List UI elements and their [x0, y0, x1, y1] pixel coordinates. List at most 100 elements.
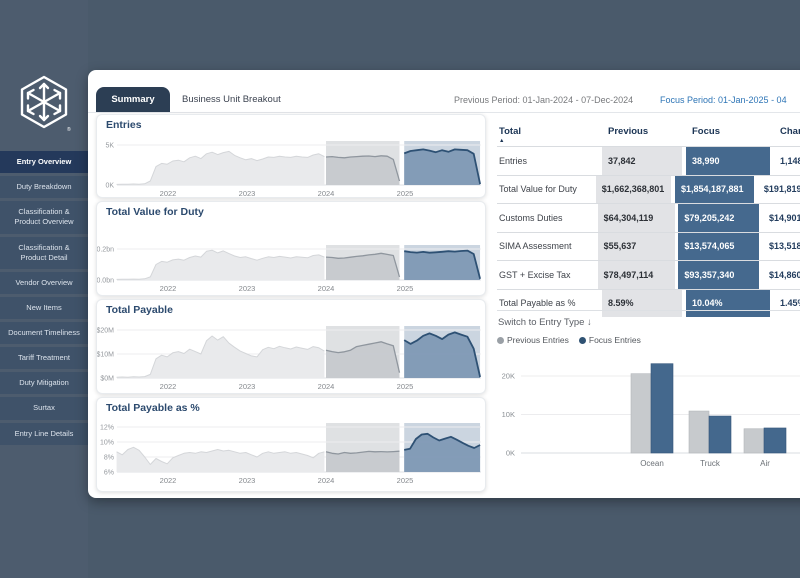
svg-text:0K: 0K — [506, 449, 515, 458]
svg-text:10%: 10% — [100, 440, 114, 447]
svg-text:2024: 2024 — [318, 476, 335, 485]
table-row-total-value-for-duty[interactable]: Total Value for Duty$1,662,368,801$1,854… — [497, 175, 800, 204]
entry-type-bar-chart[interactable]: 0K10K20KOceanTruckAirRail — [497, 346, 800, 478]
legend-label: Focus Entries — [589, 335, 641, 345]
focus-value: 10.04% — [686, 290, 770, 318]
entries-area-chart[interactable]: 0K5K2022202320242025 — [97, 115, 485, 197]
col-header-total: Total — [497, 116, 602, 146]
tab-summary[interactable]: Summary — [96, 87, 170, 112]
row-label: Total Value for Duty — [497, 176, 596, 204]
svg-text:2022: 2022 — [160, 382, 177, 391]
row-label: Total Payable as % — [497, 290, 602, 318]
sidebar-item-new-items[interactable]: New Items — [0, 297, 88, 319]
bar-chart-legend: Previous Entries Focus Entries — [497, 335, 641, 345]
report-panel: Summary Business Unit Breakout Previous … — [88, 70, 800, 498]
svg-text:2022: 2022 — [160, 189, 177, 197]
legend-dot-icon — [579, 337, 586, 344]
row-label: GST + Excise Tax — [497, 261, 598, 289]
legend-label: Previous Entries — [507, 335, 569, 345]
previous-value: 8.59% — [602, 290, 682, 318]
previous-value: $64,304,119 — [598, 204, 675, 232]
previous-value: $1,662,368,801 — [596, 176, 671, 204]
row-label: SIMA Assessment — [497, 233, 598, 261]
svg-text:20K: 20K — [502, 372, 515, 381]
svg-text:2025: 2025 — [397, 189, 414, 197]
change-value: $13,518,428 — [763, 233, 800, 261]
sidebar-item-vendor-overview[interactable]: Vendor Overview — [0, 272, 88, 294]
sort-ascending-icon[interactable]: ▲ — [499, 138, 504, 144]
svg-text:2023: 2023 — [239, 284, 256, 293]
change-value: $14,860,226 — [763, 261, 800, 289]
row-label: Customs Duties — [497, 204, 598, 232]
sidebar: ® Entry OverviewDuty BreakdownClassifica… — [0, 0, 88, 578]
change-value: 1,148 — [774, 147, 800, 175]
sidebar-item-tariff-treatment[interactable]: Tariff Treatment — [0, 347, 88, 369]
sidebar-item-document-timeliness[interactable]: Document Timeliness — [0, 322, 88, 344]
total-payable-chart-card: Total Payable $0M$10M$20M202220232024202… — [96, 299, 486, 394]
previous-value: $55,637 — [598, 233, 675, 261]
col-header-previous: Previous — [602, 116, 682, 146]
col-header-change: Change — [774, 116, 800, 146]
tab-business-unit-breakout[interactable]: Business Unit Breakout — [182, 94, 281, 105]
summary-table: TotalPreviousFocusChangeEntries37,84238,… — [497, 116, 800, 317]
dashboard-page: { "app": {"background": "#4a5a6b"}, "sid… — [0, 0, 800, 578]
change-value: $14,901,123 — [763, 204, 800, 232]
svg-text:2023: 2023 — [239, 476, 256, 485]
total-payable-pct-chart-card: Total Payable as % 6%8%10%12%20222023202… — [96, 397, 486, 492]
svg-text:2024: 2024 — [318, 284, 335, 293]
table-row-entries[interactable]: Entries37,84238,9901,148 — [497, 146, 800, 175]
svg-text:2024: 2024 — [318, 189, 335, 197]
sidebar-item-classification-product-detail[interactable]: Classification & Product Detail — [0, 237, 88, 269]
focus-value: $79,205,242 — [678, 204, 759, 232]
svg-text:Ocean: Ocean — [640, 459, 664, 468]
table-row-sima-assessment[interactable]: SIMA Assessment$55,637$13,574,065$13,518… — [497, 232, 800, 261]
svg-text:8%: 8% — [104, 455, 114, 462]
sidebar-item-duty-breakdown[interactable]: Duty Breakdown — [0, 176, 88, 198]
tab-divider — [88, 112, 800, 113]
svg-text:0K: 0K — [105, 183, 114, 190]
legend-item-focus-entries[interactable]: Focus Entries — [579, 335, 641, 345]
section-divider — [497, 310, 800, 311]
svg-text:$10M: $10M — [97, 352, 114, 359]
focus-period-label: Focus Period: 01-Jan-2025 - 04 — [660, 95, 787, 105]
svg-text:2022: 2022 — [160, 284, 177, 293]
svg-text:Air: Air — [760, 459, 770, 468]
svg-text:2023: 2023 — [239, 382, 256, 391]
sidebar-item-entry-overview[interactable]: Entry Overview — [0, 151, 88, 173]
sidebar-nav: Entry Overview Duty Breakdown Classificati… — [0, 151, 88, 448]
focus-value: $13,574,065 — [678, 233, 759, 261]
svg-text:0.2bn: 0.2bn — [97, 247, 114, 254]
focus-value: 38,990 — [686, 147, 770, 175]
table-row-total-payable-as[interactable]: Total Payable as %8.59%10.04%1.45% — [497, 289, 800, 318]
change-value: 1.45% — [774, 290, 800, 318]
svg-text:Truck: Truck — [700, 459, 721, 468]
change-value: $191,819,080 — [758, 176, 800, 204]
entry-type-bar-chart-wrap: 0K10K20KOceanTruckAirRail — [497, 346, 800, 478]
sidebar-item-classification-product-overview[interactable]: Classification & Product Overview — [0, 201, 88, 233]
svg-text:$20M: $20M — [97, 328, 114, 335]
focus-value: $1,854,187,881 — [675, 176, 754, 204]
focus-value: $93,357,340 — [678, 261, 759, 289]
table-row-customs-duties[interactable]: Customs Duties$64,304,119$79,205,242$14,… — [497, 203, 800, 232]
row-label: Entries — [497, 147, 602, 175]
table-row-gst-excise-tax[interactable]: GST + Excise Tax$78,497,114$93,357,340$1… — [497, 260, 800, 289]
sidebar-item-entry-line-details[interactable]: Entry Line Details — [0, 423, 88, 445]
switch-to-entry-type-link[interactable]: Switch to Entry Type ↓ — [498, 317, 592, 328]
svg-text:2022: 2022 — [160, 476, 177, 485]
svg-text:2025: 2025 — [397, 382, 414, 391]
svg-text:$0M: $0M — [100, 376, 114, 383]
entries-chart-title: Entries — [106, 119, 142, 131]
svg-text:12%: 12% — [100, 425, 114, 432]
total-value-for-duty-chart-card: Total Value for Duty 0.0bn0.2bn202220232… — [96, 201, 486, 296]
sidebar-item-duty-mitigation[interactable]: Duty Mitigation — [0, 372, 88, 394]
legend-dot-icon — [497, 337, 504, 344]
svg-text:2025: 2025 — [397, 284, 414, 293]
sidebar-item-surtax[interactable]: Surtax — [0, 397, 88, 419]
table-header-row: TotalPreviousFocusChange — [497, 116, 800, 146]
previous-value: 37,842 — [602, 147, 682, 175]
svg-text:2023: 2023 — [239, 189, 256, 197]
svg-text:2025: 2025 — [397, 476, 414, 485]
total-payable-chart-title: Total Payable — [106, 304, 173, 316]
previous-value: $78,497,114 — [598, 261, 675, 289]
legend-item-previous-entries[interactable]: Previous Entries — [497, 335, 569, 345]
